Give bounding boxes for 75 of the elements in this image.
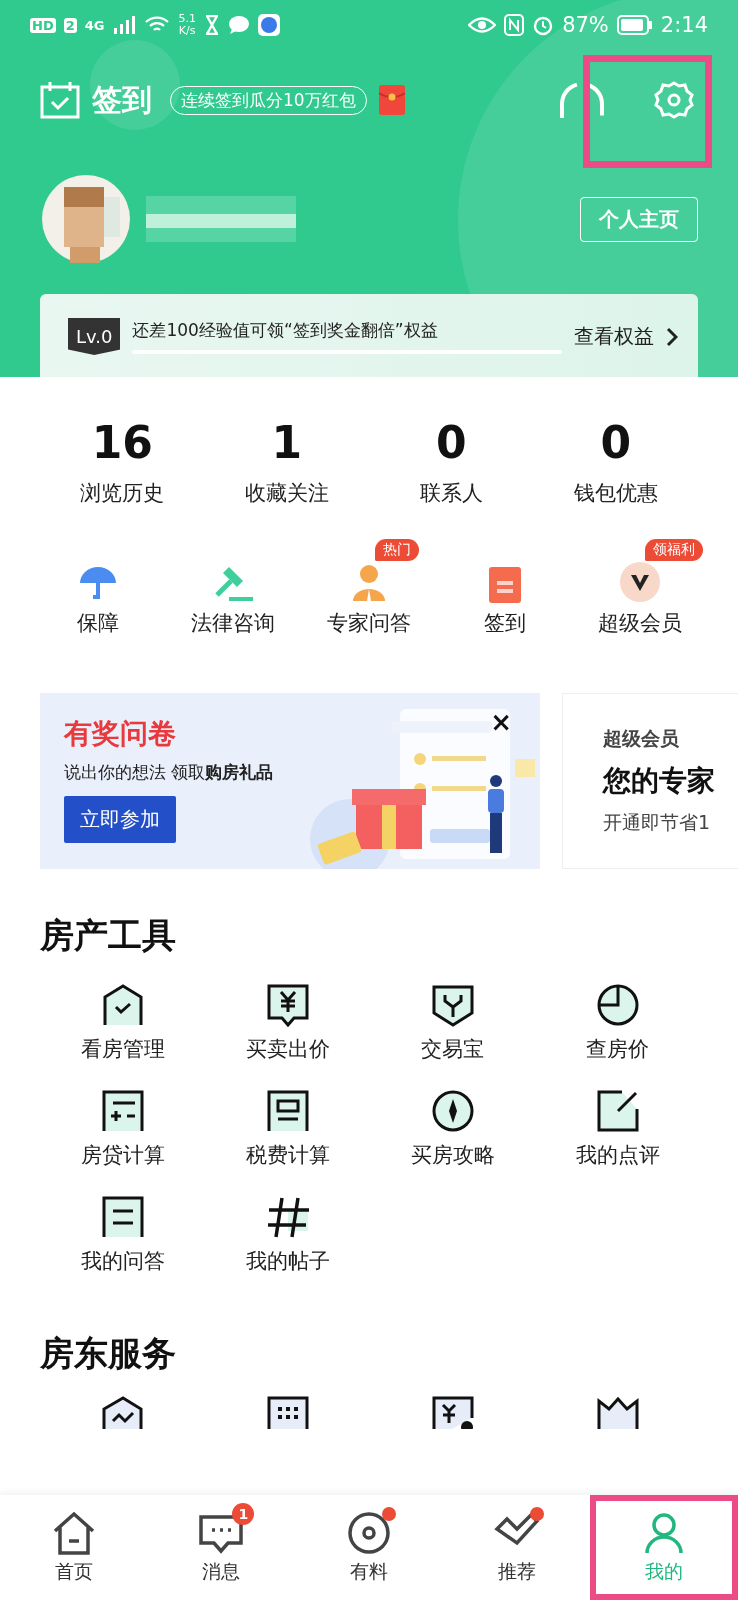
stat-count[interactable]: 16 — [91, 421, 153, 465]
compass-icon[interactable] — [430, 1089, 475, 1133]
shortcut-label[interactable]: 超级会员 — [598, 609, 683, 637]
tool-label[interactable]: 买卖出价 — [245, 1035, 330, 1063]
tool-label[interactable]: 税费计算 — [245, 1141, 330, 1169]
stat-count[interactable]: 1 — [271, 421, 303, 465]
keypad-icon[interactable] — [265, 1395, 310, 1429]
hourglass-icon — [203, 15, 220, 35]
yen-tag-icon[interactable] — [265, 983, 310, 1027]
hash-icon[interactable] — [265, 1195, 310, 1239]
shortcut-label[interactable]: 法律咨询 — [191, 609, 276, 637]
stat-label[interactable]: 联系人 — [419, 479, 483, 507]
tab-item[interactable]: 有料 — [295, 1495, 443, 1600]
chevron-right-icon[interactable] — [666, 326, 678, 347]
crown-icon[interactable] — [595, 1395, 640, 1429]
card-text: 开通即节省1 — [603, 810, 712, 835]
disc-icon — [346, 1510, 392, 1555]
status-indicator: HD — [30, 17, 56, 33]
battery-percent: 87% — [562, 13, 609, 37]
card-subtitle: 超级会员 — [603, 726, 680, 751]
envelope-icon[interactable] — [378, 85, 405, 115]
tab-item[interactable]: 1 消息 — [147, 1495, 296, 1600]
shortcut-label[interactable]: 保障 — [76, 609, 119, 637]
alarm-icon — [532, 14, 555, 36]
clock-time: 2:14 — [660, 13, 708, 37]
tool-label[interactable]: 我的点评 — [575, 1141, 660, 1169]
section-title: 房东服务 — [40, 1332, 177, 1375]
section-title: 房产工具 — [40, 914, 177, 957]
join-button[interactable]: 立即参加 — [64, 796, 176, 843]
battery-icon — [616, 15, 653, 35]
tool-label[interactable]: 买房攻略 — [410, 1141, 495, 1169]
shortcut-label[interactable]: 签到 — [483, 609, 526, 637]
status-indicator: 4G — [84, 17, 105, 33]
close-button[interactable]: × — [490, 707, 512, 737]
banner-text: 说出你的想法 领取购房礼品 — [64, 761, 275, 784]
tab-item[interactable]: 首页 — [0, 1495, 148, 1600]
tool-label[interactable]: 查房价 — [586, 1035, 649, 1063]
calculator-icon[interactable] — [100, 1089, 145, 1133]
card-headline: 您的专家 — [603, 763, 716, 799]
tool-label[interactable]: 我的帖子 — [245, 1247, 330, 1275]
level-badge: Lv.0 — [68, 318, 121, 355]
status-indicator: 2 — [63, 17, 77, 33]
calendar-check-icon[interactable] — [40, 81, 80, 119]
stat-count[interactable]: 0 — [435, 421, 467, 465]
stat-count[interactable]: 0 — [600, 421, 632, 465]
stat-label[interactable]: 收藏关注 — [244, 479, 329, 507]
tool-label[interactable]: 我的问答 — [80, 1247, 165, 1275]
network-speed: 5.1 K/s — [178, 13, 196, 37]
shield-icon[interactable] — [430, 983, 475, 1027]
signal-icon — [112, 15, 137, 35]
tool-label[interactable]: 房贷计算 — [80, 1141, 165, 1169]
house-chart-icon[interactable] — [100, 1395, 145, 1429]
shortcut-label[interactable]: 专家问答 — [327, 609, 411, 637]
unread-count-badge: 1 — [232, 1502, 255, 1525]
note-icon[interactable] — [100, 1195, 145, 1239]
vip-icon[interactable] — [619, 561, 662, 603]
yen-document-icon[interactable] — [430, 1395, 475, 1429]
promo-badge: 热门 — [375, 539, 419, 561]
edit-icon[interactable] — [595, 1089, 640, 1133]
level-hint-text: 还差100经验值可领“签到奖金翻倍”权益 — [132, 319, 439, 342]
eye-icon — [468, 16, 497, 34]
nfc-icon — [504, 14, 525, 36]
tool-label[interactable]: 看房管理 — [80, 1035, 165, 1063]
promo-badge: 领福利 — [645, 539, 704, 561]
tab-item[interactable]: 推荐 — [442, 1495, 591, 1600]
stat-label[interactable]: 钱包优惠 — [573, 479, 658, 507]
banner-title: 有奖问卷 — [64, 716, 177, 752]
document-icon[interactable] — [265, 1089, 310, 1133]
chat-icon — [227, 15, 250, 35]
stat-label[interactable]: 浏览历史 — [80, 479, 165, 507]
pie-chart-icon[interactable] — [595, 983, 640, 1027]
view-benefits-link[interactable]: 查看权益 — [574, 323, 654, 350]
globe-icon — [257, 14, 280, 36]
tool-label[interactable]: 交易宝 — [421, 1035, 484, 1063]
headset-icon[interactable] — [558, 80, 606, 120]
